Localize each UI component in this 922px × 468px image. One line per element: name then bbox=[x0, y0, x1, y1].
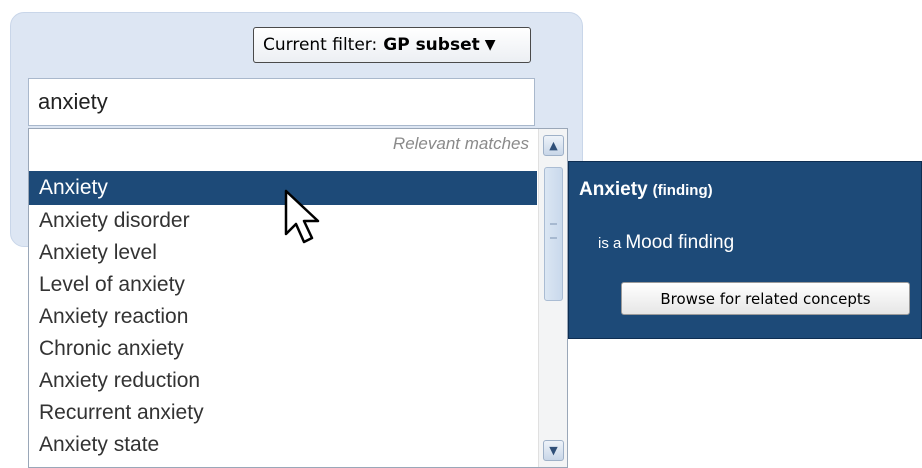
current-filter-dropdown[interactable]: Current filter: GP subset ▼ bbox=[253, 27, 531, 63]
browse-related-button[interactable]: Browse for related concepts bbox=[621, 282, 910, 315]
search-input[interactable] bbox=[28, 78, 535, 126]
grip-icon bbox=[550, 223, 557, 239]
list-item[interactable]: Chronic anxiety bbox=[29, 333, 537, 365]
chevron-down-icon[interactable]: ▼ bbox=[543, 440, 564, 461]
filter-value-label: GP subset bbox=[383, 35, 480, 55]
relevant-matches-label: Relevant matches bbox=[392, 134, 529, 153]
filter-prefix-label: Current filter: bbox=[263, 35, 378, 55]
dropdown-scrollbar[interactable]: ▲ ▼ bbox=[538, 129, 567, 467]
scrollbar-thumb[interactable] bbox=[544, 167, 563, 301]
list-item[interactable]: Recurrent anxiety bbox=[29, 397, 537, 429]
relationship-target: Mood finding bbox=[625, 232, 735, 253]
concept-detail-panel: Anxiety (finding) is a Mood finding Browse… bbox=[568, 161, 922, 339]
triangle-down-icon: ▼ bbox=[484, 37, 496, 53]
list-item[interactable]: Level of anxiety bbox=[29, 269, 537, 301]
concept-relationship: is a Mood finding bbox=[598, 232, 734, 254]
relationship-type: is a bbox=[598, 235, 622, 252]
autocomplete-dropdown: Relevant matches Anxiety Anxiety disorde… bbox=[28, 128, 568, 468]
concept-semantic-tag: (finding) bbox=[652, 182, 713, 199]
arrow-pointer-icon bbox=[284, 189, 320, 244]
list-item[interactable]: Anxiety state bbox=[29, 429, 537, 461]
chevron-up-icon[interactable]: ▲ bbox=[543, 135, 564, 156]
list-item[interactable]: Anxiety reduction bbox=[29, 365, 537, 397]
list-item[interactable]: Anxiety reaction bbox=[29, 301, 537, 333]
concept-name: Anxiety bbox=[579, 179, 648, 200]
concept-title: Anxiety (finding) bbox=[579, 179, 713, 201]
